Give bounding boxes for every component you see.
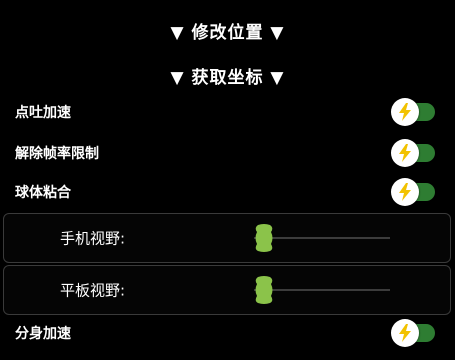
toggle-knob bbox=[391, 139, 419, 167]
spit-speed-toggle[interactable] bbox=[391, 98, 435, 126]
phone-fov-slider-thumb[interactable] bbox=[254, 224, 274, 252]
toggle-row-spit-speed: 点吐加速 bbox=[0, 96, 455, 128]
unlock-fps-toggle[interactable] bbox=[391, 139, 435, 167]
slider-label: 手机视野: bbox=[60, 229, 126, 248]
split-speed-toggle[interactable] bbox=[391, 319, 435, 347]
slider-label: 平板视野: bbox=[60, 281, 126, 300]
modify-position-header[interactable]: ▼ 修改位置 ▼ bbox=[0, 18, 455, 43]
toggle-label: 解除帧率限制 bbox=[15, 146, 99, 162]
toggle-label: 球体粘合 bbox=[15, 185, 71, 201]
lightning-bolt-icon bbox=[399, 324, 411, 342]
toggle-row-split-speed: 分身加速 bbox=[0, 317, 455, 349]
toggle-label: 分身加速 bbox=[15, 326, 71, 342]
slider-track[interactable] bbox=[254, 224, 390, 252]
slider-thumb-icon bbox=[255, 224, 273, 252]
lightning-bolt-icon bbox=[399, 144, 411, 162]
slider-thumb-icon bbox=[255, 276, 273, 304]
tablet-fov-slider-row: 平板视野: bbox=[3, 265, 451, 315]
settings-panel: ▼ 修改位置 ▼ ▼ 获取坐标 ▼ 点吐加速 解除帧率限制 球体粘合 手机视野:… bbox=[0, 0, 455, 360]
tablet-fov-slider-thumb[interactable] bbox=[254, 276, 274, 304]
lightning-bolt-icon bbox=[399, 103, 411, 121]
toggle-row-ball-merge: 球体粘合 bbox=[0, 176, 455, 208]
toggle-row-unlock-fps: 解除帧率限制 bbox=[0, 137, 455, 169]
slider-track[interactable] bbox=[254, 276, 390, 304]
toggle-knob bbox=[391, 319, 419, 347]
lightning-bolt-icon bbox=[399, 183, 411, 201]
toggle-knob bbox=[391, 178, 419, 206]
toggle-label: 点吐加速 bbox=[15, 105, 71, 121]
ball-merge-toggle[interactable] bbox=[391, 178, 435, 206]
toggle-knob bbox=[391, 98, 419, 126]
get-coordinates-header[interactable]: ▼ 获取坐标 ▼ bbox=[0, 63, 455, 88]
phone-fov-slider-row: 手机视野: bbox=[3, 213, 451, 263]
